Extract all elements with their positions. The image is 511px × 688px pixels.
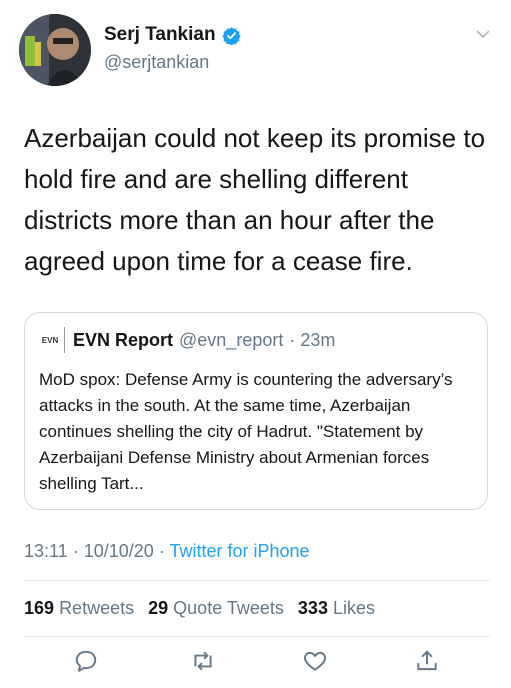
heart-icon[interactable] <box>302 648 328 674</box>
chevron-down-icon[interactable] <box>475 28 491 40</box>
verified-badge-icon <box>221 26 241 45</box>
tweet-time: 13:11 <box>24 541 68 561</box>
author-name[interactable]: Serj Tankian <box>104 24 216 46</box>
quoted-tweet-time: · 23m <box>289 329 336 350</box>
tweet-date: · 10/10/20 · <box>72 541 165 561</box>
action-bar <box>0 648 511 682</box>
retweet-icon[interactable] <box>190 648 216 674</box>
tweet-text: Azerbaijan could not keep its promise to… <box>24 123 486 276</box>
tweet-meta: 13:11 · 10/10/20 · Twitter for iPhone <box>24 541 310 562</box>
author-handle[interactable]: @serjtankian <box>104 52 241 73</box>
share-icon[interactable] <box>414 648 440 674</box>
evn-logo: EVN <box>39 327 65 353</box>
quoted-author-handle: @evn_report <box>179 329 284 350</box>
tweet-source-link[interactable]: Twitter for iPhone <box>169 541 309 561</box>
likes-stat[interactable]: 333 Likes <box>298 598 375 618</box>
author-block: Serj Tankian @serjtankian <box>104 24 241 73</box>
avatar[interactable] <box>19 14 91 86</box>
tweet-stats: 169 Retweets 29 Quote Tweets 333 Likes <box>24 598 384 619</box>
tweet-card: Serj Tankian @serjtankian Azerbaijan cou… <box>0 0 511 688</box>
quoted-tweet-text: MoD spox: Defense Army is countering the… <box>39 370 453 493</box>
divider <box>24 636 490 637</box>
quote-tweets-stat[interactable]: 29 Quote Tweets <box>148 598 284 618</box>
divider <box>24 580 490 581</box>
retweets-stat[interactable]: 169 Retweets <box>24 598 134 618</box>
quoted-author-name: EVN Report <box>73 329 174 350</box>
reply-icon[interactable] <box>73 648 99 674</box>
quoted-tweet-header: EVN EVN Report @evn_report · 23m <box>39 327 335 353</box>
quoted-tweet[interactable]: EVN EVN Report @evn_report · 23m MoD spo… <box>24 312 488 510</box>
